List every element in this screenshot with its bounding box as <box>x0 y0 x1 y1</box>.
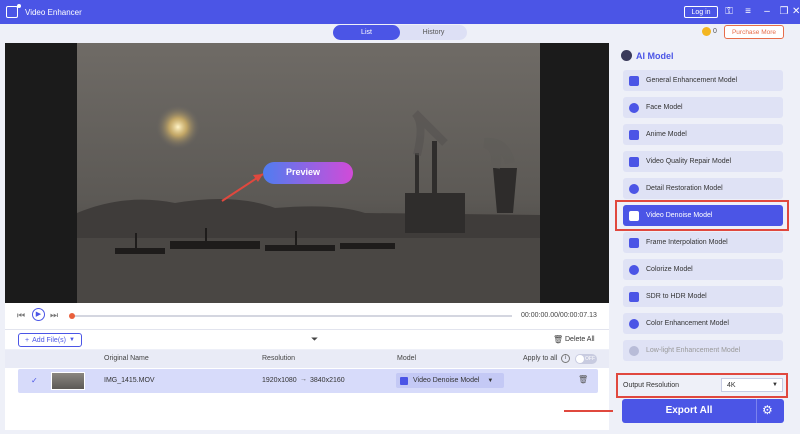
model-detail-restoration[interactable]: Detail Restoration Model <box>623 178 783 199</box>
chevron-down-icon: ▼ <box>487 377 494 384</box>
video-thumbnail <box>51 372 85 390</box>
highlight-box-model <box>615 200 789 231</box>
model-anime[interactable]: Anime Model <box>623 124 783 145</box>
export-all-button[interactable]: Export All ⚙ <box>622 399 784 423</box>
gear-icon[interactable]: ⚙ <box>762 403 773 417</box>
model-label: Colorize Model <box>646 266 693 273</box>
model-label: Frame Interpolation Model <box>646 239 728 246</box>
progress-track[interactable] <box>72 315 512 317</box>
view-tabs: List History <box>333 25 467 40</box>
next-frame-icon[interactable]: ⏭ <box>50 310 58 321</box>
row-model-select[interactable]: Video Denoise Model ▼ <box>396 373 504 388</box>
file-toolbar: + Add File(s) ▼ ⏷ 🗑 Delete All <box>5 329 609 349</box>
video-model-icon <box>400 376 408 385</box>
frame-interpolation-icon <box>629 237 639 248</box>
app-title: Video Enhancer <box>25 7 82 17</box>
add-files-label: Add File(s) <box>32 336 66 344</box>
robot-icon <box>621 50 632 61</box>
play-icon[interactable]: ▶ <box>32 308 45 321</box>
model-label: Video Quality Repair Model <box>646 158 732 165</box>
collapse-icon[interactable]: ⏷ <box>311 334 318 345</box>
progress-handle[interactable] <box>69 313 75 319</box>
previous-frame-icon[interactable]: ⏮ <box>17 310 25 321</box>
row-delete-icon[interactable]: 🗑 <box>578 375 588 384</box>
header-apply-to-all: Apply to all <box>523 355 558 362</box>
menu-icon[interactable]: ≡ <box>741 5 755 19</box>
header-resolution: Resolution <box>262 355 296 362</box>
arrow-right-icon: → <box>300 376 307 383</box>
table-row[interactable]: ✓ IMG_1415.MOV 1920x1080 → 3840x2160 Vid… <box>18 369 598 393</box>
ai-model-title: AI Model <box>636 51 674 61</box>
checkmark-icon[interactable]: ✓ <box>31 376 38 385</box>
model-label: Face Model <box>646 104 683 111</box>
tab-history[interactable]: History <box>400 25 467 40</box>
hdr-icon <box>629 291 639 302</box>
header-model: Model <box>397 355 417 362</box>
chevron-down-icon: ▼ <box>68 337 75 343</box>
model-label: General Enhancement Model <box>646 77 738 84</box>
tab-list[interactable]: List <box>333 25 400 40</box>
model-label: Anime Model <box>646 131 687 138</box>
highlight-box-resolution <box>616 373 788 398</box>
model-color-enhancement[interactable]: Color Enhancement Model <box>623 313 783 334</box>
face-icon <box>629 102 639 113</box>
minimize-icon[interactable]: – <box>760 5 774 19</box>
model-low-light-enhancement[interactable]: Low-light Enhancement Model <box>623 340 783 361</box>
plus-icon: + <box>25 336 30 344</box>
delete-all-button[interactable]: Delete All <box>565 336 595 343</box>
video-preview: Preview <box>5 43 609 303</box>
title-bar: Video Enhancer Log in ⚿ ≡ – ❐ ✕ <box>0 0 800 24</box>
file-table-header: Original Name Resolution Model Apply to … <box>5 350 609 368</box>
video-repair-icon <box>629 156 639 167</box>
moon-icon <box>629 345 639 356</box>
divider <box>756 399 757 423</box>
anime-icon <box>629 129 639 140</box>
color-enhancement-icon <box>629 318 639 329</box>
source-resolution: 1920x1080 <box>262 377 297 384</box>
export-all-label: Export All <box>665 405 713 416</box>
model-label: Low-light Enhancement Model <box>646 347 741 354</box>
file-name: IMG_1415.MOV <box>104 377 155 384</box>
app-logo-icon <box>6 4 21 18</box>
toggle-label: OFF <box>585 355 595 362</box>
model-video-quality-repair[interactable]: Video Quality Repair Model <box>623 151 783 172</box>
purchase-more-button[interactable]: Purchase More <box>724 25 784 39</box>
model-general-enhancement[interactable]: General Enhancement Model <box>623 70 783 91</box>
login-button[interactable]: Log in <box>684 6 718 18</box>
model-colorize[interactable]: Colorize Model <box>623 259 783 280</box>
preview-button[interactable]: Preview <box>258 167 348 177</box>
apply-all-toggle[interactable]: OFF <box>575 354 597 364</box>
detail-restoration-icon <box>629 183 639 194</box>
model-sdr-to-hdr[interactable]: SDR to HDR Model <box>623 286 783 307</box>
target-resolution: 3840x2160 <box>310 377 345 384</box>
close-icon[interactable]: ✕ <box>792 5 800 19</box>
row-model-label: Video Denoise Model <box>413 377 480 384</box>
model-label: Detail Restoration Model <box>646 185 723 192</box>
model-face[interactable]: Face Model <box>623 97 783 118</box>
restore-icon[interactable]: ❐ <box>777 5 791 19</box>
coin-icon <box>702 27 711 36</box>
model-frame-interpolation[interactable]: Frame Interpolation Model <box>623 232 783 253</box>
time-display: 00:00:00.00/00:00:07.13 <box>521 312 597 319</box>
info-icon[interactable]: i <box>561 354 570 363</box>
toggle-knob <box>576 355 584 363</box>
model-label: Color Enhancement Model <box>646 320 729 327</box>
add-files-button[interactable]: + Add File(s) ▼ <box>18 333 82 347</box>
model-label: SDR to HDR Model <box>646 293 707 300</box>
coin-count: 0 <box>713 28 717 35</box>
player-controls: ⏮ ▶ ⏭ 00:00:00.00/00:00:07.13 <box>5 303 609 329</box>
header-original-name: Original Name <box>104 355 149 362</box>
key-icon[interactable]: ⚿ <box>722 5 736 19</box>
trash-icon[interactable]: 🗑 <box>553 335 563 344</box>
general-enhancement-icon <box>629 75 639 86</box>
colorize-icon <box>629 264 639 275</box>
